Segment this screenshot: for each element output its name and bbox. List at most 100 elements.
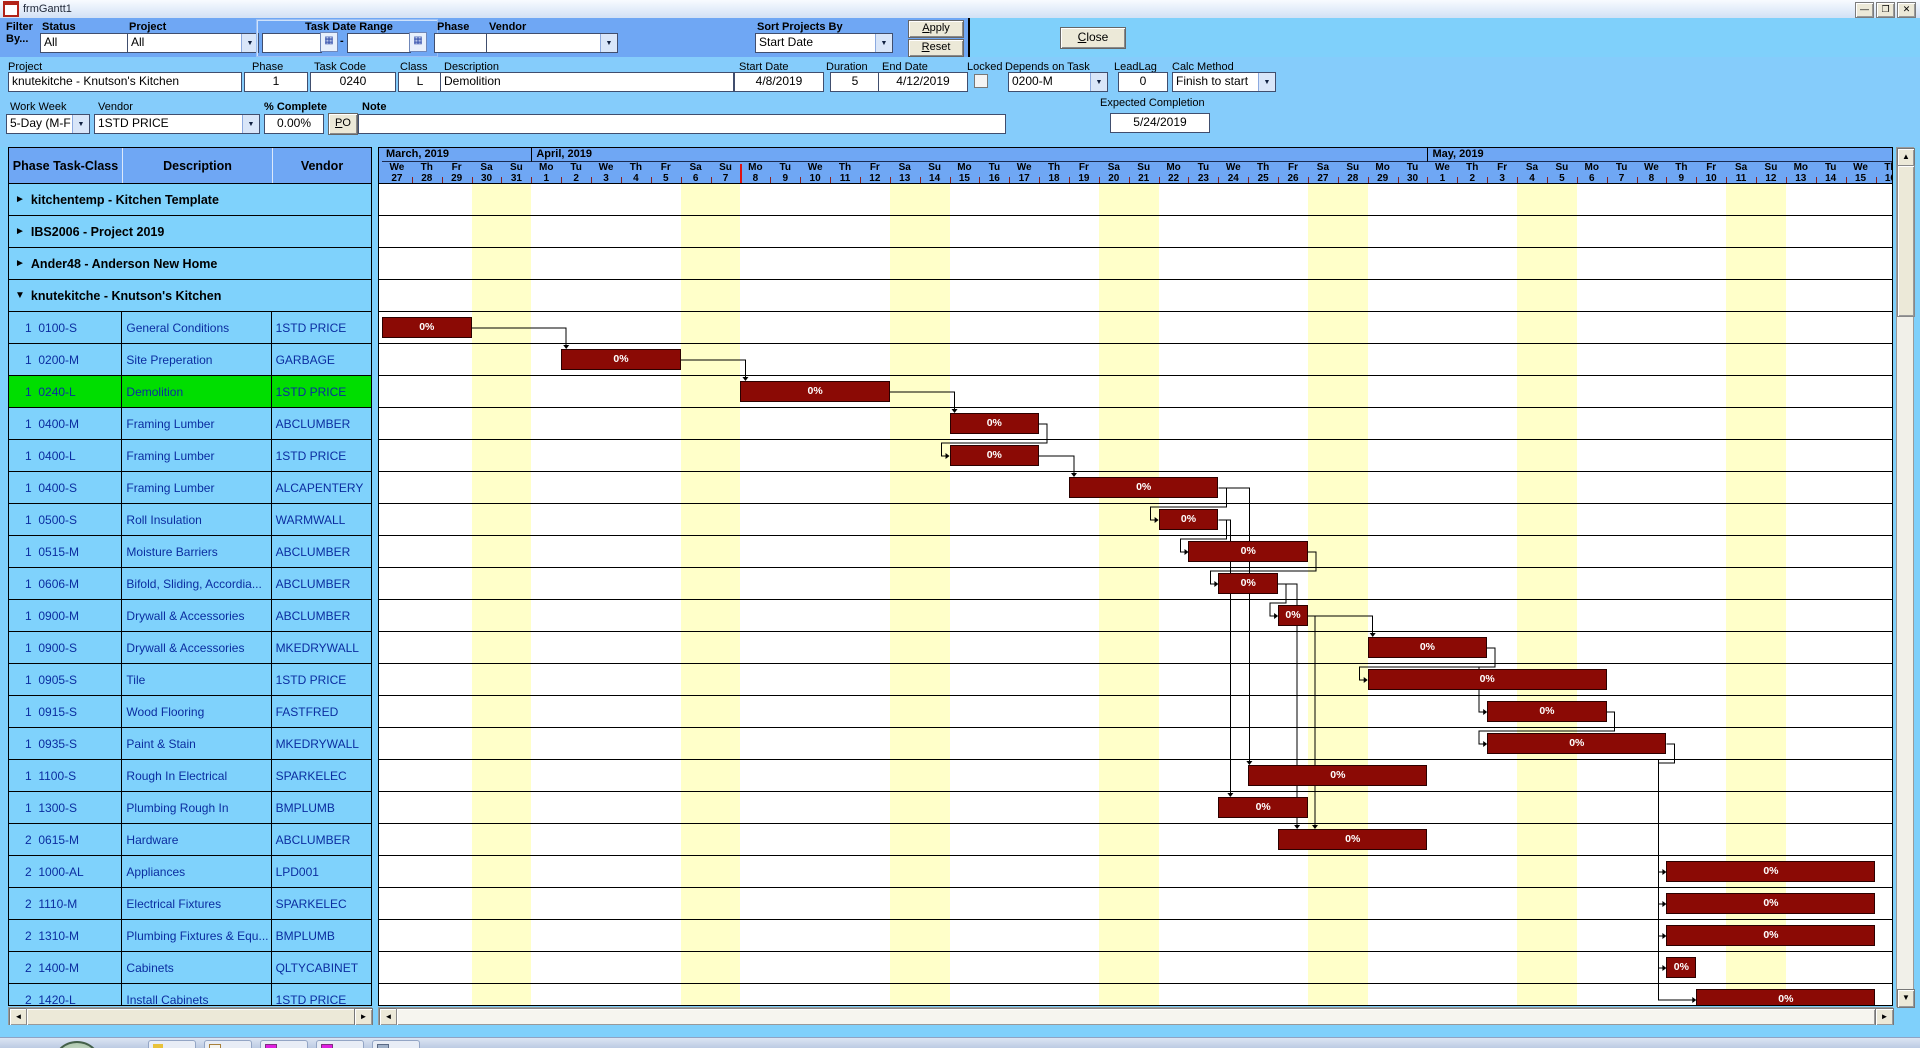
task-row[interactable]: 1 1100-SRough In ElectricalSPARKELEC (9, 760, 371, 792)
expand-icon[interactable]: ► (15, 226, 25, 237)
taskbar-item[interactable] (148, 1040, 196, 1048)
scroll-down-icon[interactable]: ▼ (1897, 989, 1915, 1008)
gantt-bar[interactable]: 0% (1159, 509, 1219, 530)
depends-select[interactable]: 0200-M▼ (1008, 72, 1108, 92)
col-header-phase-task-class[interactable]: Phase Task-Class (9, 148, 123, 183)
range-from-input[interactable] (262, 33, 322, 53)
locked-checkbox[interactable] (974, 74, 988, 88)
task-row[interactable]: 1 0900-MDrywall & AccessoriesABCLUMBER (9, 600, 371, 632)
range-to-input[interactable] (347, 33, 411, 53)
chevron-down-icon[interactable]: ▼ (72, 115, 89, 133)
chevron-down-icon[interactable]: ▼ (600, 34, 617, 52)
gantt-bar[interactable]: 0% (1368, 637, 1487, 658)
po-button[interactable]: PO (328, 113, 358, 135)
col-header-description[interactable]: Description (123, 148, 273, 183)
task-row[interactable]: 2 1310-MPlumbing Fixtures & Equ...BMPLUM… (9, 920, 371, 952)
gantt-bar[interactable]: 0% (740, 381, 889, 402)
work-week-select[interactable]: 5-Day (M-F▼ (6, 114, 90, 134)
gantt-bar[interactable]: 0% (1666, 861, 1875, 882)
start-button[interactable] (52, 1041, 102, 1048)
gantt-bar[interactable]: 0% (1218, 797, 1308, 818)
gantt-bar[interactable]: 0% (1248, 765, 1427, 786)
gantt-bar[interactable]: 0% (1666, 925, 1875, 946)
reset-button[interactable]: Reset (908, 39, 964, 57)
chart-scrollbar-thumb[interactable] (396, 1008, 1876, 1026)
taskbar-item[interactable] (260, 1040, 308, 1048)
note-input[interactable] (358, 114, 1006, 134)
chevron-down-icon[interactable]: ▼ (1258, 73, 1275, 91)
chart-horizontal-scrollbar[interactable]: ◄ ► (378, 1007, 1893, 1025)
vendor-filter-select[interactable]: ▼ (486, 33, 618, 53)
chevron-down-icon[interactable]: ▼ (1090, 73, 1107, 91)
taskbar-item[interactable] (316, 1040, 364, 1048)
project-filter-select[interactable]: All▼ (127, 33, 259, 53)
vertical-scrollbar[interactable]: ▲ ▼ (1896, 147, 1914, 1007)
maximize-button[interactable]: ❐ (1876, 2, 1895, 18)
taskbar-item[interactable] (204, 1040, 252, 1048)
taskbar-item[interactable] (372, 1040, 420, 1048)
project-input[interactable]: knutekitche - Knutson's Kitchen (8, 72, 242, 92)
gantt-bar[interactable]: 0% (950, 413, 1040, 434)
task-row[interactable]: 1 0515-MMoisture BarriersABCLUMBER (9, 536, 371, 568)
gantt-bar[interactable]: 0% (1666, 893, 1875, 914)
task-row[interactable]: 1 0900-SDrywall & AccessoriesMKEDRYWALL (9, 632, 371, 664)
task-row[interactable]: 1 0500-SRoll InsulationWARMWALL (9, 504, 371, 536)
table-horizontal-scrollbar[interactable]: ◄ ► (8, 1007, 372, 1025)
gantt-bar[interactable]: 0% (1188, 541, 1307, 562)
task-row[interactable]: 2 0615-MHardwareABCLUMBER (9, 824, 371, 856)
gantt-bar[interactable]: 0% (950, 445, 1040, 466)
vertical-scrollbar-thumb[interactable] (1897, 165, 1915, 317)
duration-input[interactable]: 5 (830, 72, 880, 92)
scroll-right-icon[interactable]: ► (1875, 1008, 1894, 1026)
table-scrollbar-thumb[interactable] (26, 1008, 356, 1026)
class-input[interactable]: L (398, 72, 442, 92)
task-row[interactable]: 1 0400-MFraming LumberABCLUMBER (9, 408, 371, 440)
task-row[interactable]: 1 0100-SGeneral Conditions1STD PRICE (9, 312, 371, 344)
project-group-row[interactable]: ▼knutekitche - Knutson's Kitchen (9, 280, 371, 312)
description-input[interactable]: Demolition (440, 72, 734, 92)
calendar-icon[interactable]: ▦ (320, 32, 338, 52)
task-row[interactable]: 1 0400-LFraming Lumber1STD PRICE (9, 440, 371, 472)
task-row[interactable]: 1 0905-STile1STD PRICE (9, 664, 371, 696)
gantt-bar[interactable]: 0% (1218, 573, 1278, 594)
task-row[interactable]: 2 1000-ALAppliancesLPD001 (9, 856, 371, 888)
chevron-down-icon[interactable]: ▼ (875, 34, 892, 52)
gantt-bar[interactable]: 0% (1487, 733, 1666, 754)
close-window-button[interactable]: ✕ (1897, 2, 1916, 18)
pct-complete-input[interactable]: 0.00% (264, 114, 324, 134)
sort-projects-select[interactable]: Start Date▼ (755, 33, 893, 53)
minimize-button[interactable]: — (1855, 2, 1874, 18)
task-row[interactable]: 2 1110-MElectrical FixturesSPARKELEC (9, 888, 371, 920)
project-group-row[interactable]: ►IBS2006 - Project 2019 (9, 216, 371, 248)
task-row[interactable]: 1 0240-LDemolition1STD PRICE (9, 376, 371, 408)
expected-completion-input[interactable]: 5/24/2019 (1110, 113, 1210, 133)
col-header-vendor[interactable]: Vendor (273, 148, 371, 183)
task-row[interactable]: 1 1300-SPlumbing Rough InBMPLUMB (9, 792, 371, 824)
task-code-input[interactable]: 0240 (310, 72, 396, 92)
calc-method-select[interactable]: Finish to start▼ (1172, 72, 1276, 92)
scroll-right-icon[interactable]: ► (354, 1008, 373, 1026)
gantt-bar[interactable]: 0% (1368, 669, 1607, 690)
task-row[interactable]: 1 0606-MBifold, Sliding, Accordia...ABCL… (9, 568, 371, 600)
task-row[interactable]: 1 0200-MSite PreperationGARBAGE (9, 344, 371, 376)
phase-filter-input[interactable] (434, 33, 494, 53)
vendor-select[interactable]: 1STD PRICE▼ (94, 114, 260, 134)
gantt-bar[interactable]: 0% (1278, 829, 1427, 850)
task-row[interactable]: 2 1400-MCabinetsQLTYCABINET (9, 952, 371, 984)
project-group-row[interactable]: ►kitchentemp - Kitchen Template (9, 184, 371, 216)
gantt-bar[interactable]: 0% (1487, 701, 1606, 722)
gantt-bar[interactable]: 0% (561, 349, 680, 370)
collapse-icon[interactable]: ▼ (15, 290, 25, 301)
gantt-bar[interactable]: 0% (382, 317, 472, 338)
leadlag-input[interactable]: 0 (1118, 72, 1168, 92)
close-button[interactable]: Close (1060, 27, 1126, 49)
end-date-input[interactable]: 4/12/2019 (878, 72, 968, 92)
task-row[interactable]: 2 1420-LInstall Cabinets1STD PRICE (9, 984, 371, 1006)
gantt-bar[interactable]: 0% (1278, 605, 1308, 626)
task-row[interactable]: 1 0915-SWood FlooringFASTFRED (9, 696, 371, 728)
calendar-icon[interactable]: ▦ (409, 32, 427, 52)
task-row[interactable]: 1 0400-SFraming LumberALCAPENTERY (9, 472, 371, 504)
expand-icon[interactable]: ► (15, 194, 25, 205)
gantt-bar[interactable]: 0% (1666, 957, 1696, 978)
task-row[interactable]: 1 0935-SPaint & StainMKEDRYWALL (9, 728, 371, 760)
